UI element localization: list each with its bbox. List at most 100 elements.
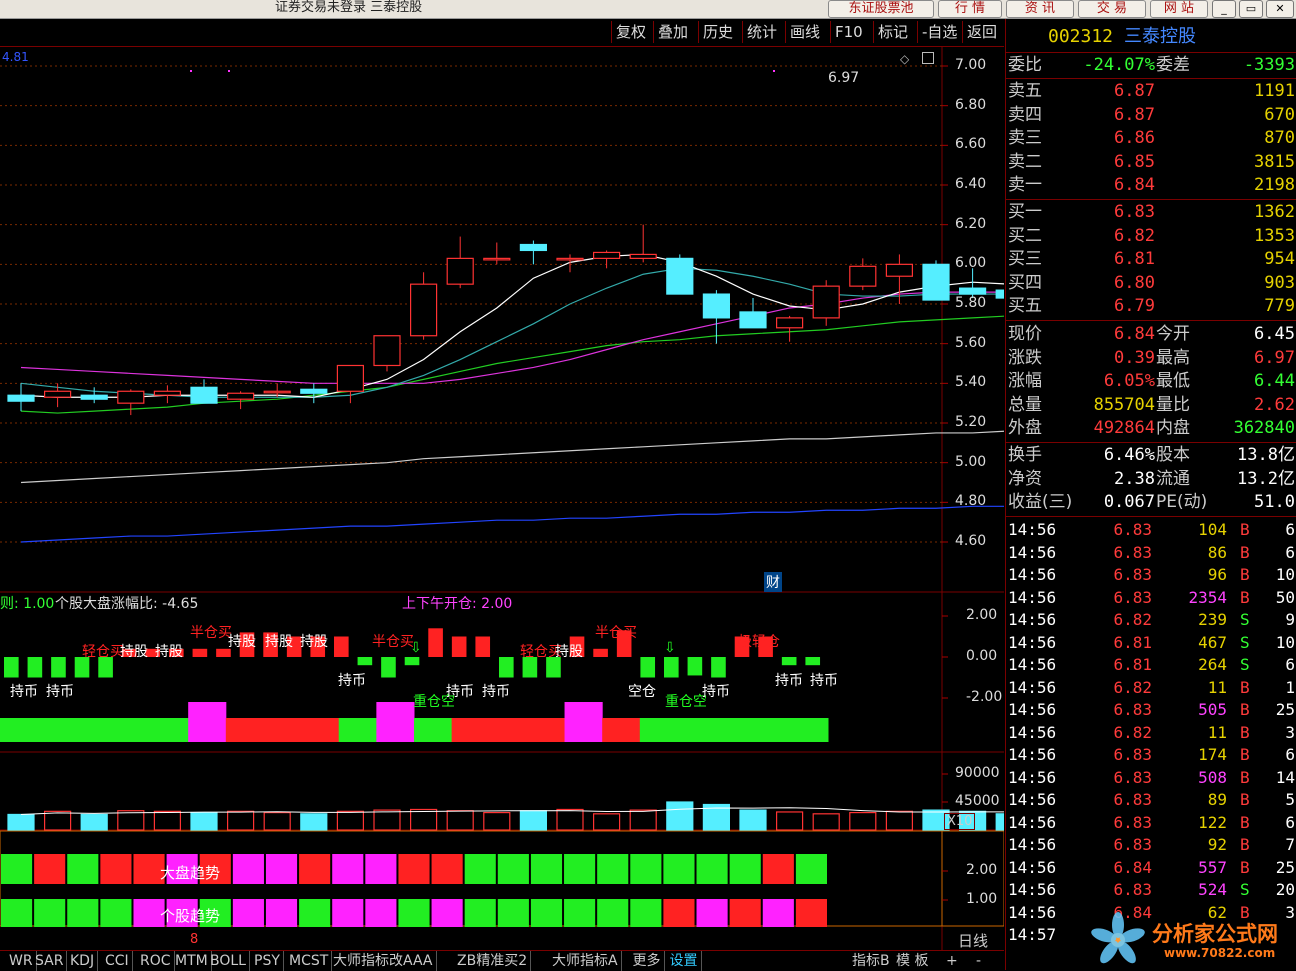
signal-bar: [357, 657, 373, 666]
tick-row: 14:56 6.81 467 S 10: [1008, 632, 1295, 652]
website-button[interactable]: 网 站: [1150, 0, 1208, 18]
candle-body: [190, 386, 218, 404]
sell-signal-label: 空仓: [628, 684, 656, 700]
trend-bottom-mark: 8: [190, 932, 199, 947]
fundamental-row: 换手 6.46% 股本 13.8亿: [1008, 445, 1295, 465]
bid-row: 买一 6.83 1362: [1008, 202, 1295, 222]
candle-body: [556, 257, 584, 261]
sell-signal-label: 持币: [775, 673, 803, 689]
trend-axis-label: 2.00: [966, 862, 998, 878]
candle-body: [300, 388, 328, 394]
bid-row: 买四 6.80 903: [1008, 272, 1295, 293]
bid-row: 买五 6.79 779: [1008, 296, 1295, 317]
signal-bar: [475, 636, 491, 657]
trade-button[interactable]: 交 易: [1078, 0, 1146, 18]
indicator-tab[interactable]: KDJ: [67, 951, 99, 971]
indicator-tab[interactable]: MTM: [172, 951, 212, 971]
indicator-tab[interactable]: BOLL: [207, 951, 250, 971]
title-bar: 证券交易未登录 三泰控股 东证股票池 行 情 资 讯 交 易 网 站 _ ▭ ✕: [0, 0, 1296, 19]
close-icon[interactable]: ✕: [1266, 0, 1294, 18]
candle-body: [446, 257, 474, 285]
period-label[interactable]: 日线: [958, 930, 988, 951]
big-trend-block: [729, 854, 761, 884]
sell-signal-label: 持币: [338, 673, 366, 689]
candle-body: [7, 394, 35, 402]
chart-area[interactable]: [0, 46, 1004, 950]
tick-row: 14:56 6.83 505 B 25: [1008, 700, 1295, 719]
tick-row: 14:56 6.84 557 B 25: [1008, 857, 1295, 877]
signal-bar: [805, 657, 821, 666]
stock-trend-block: [332, 899, 364, 927]
volume-bar: [995, 813, 1004, 831]
indicator-tab[interactable]: MCST: [286, 951, 333, 971]
f10-button[interactable]: F10: [830, 21, 867, 43]
indicator-axis-label: 2.00: [966, 607, 998, 623]
indicator-tab[interactable]: 大师指标A: [549, 951, 622, 971]
big-trend-block: [663, 854, 695, 884]
volume-bar: [300, 813, 328, 831]
volume-bar: [629, 809, 657, 831]
sell-signal-label: 持币: [446, 684, 474, 700]
overlay-button[interactable]: 叠加: [653, 21, 692, 43]
price-axis-label: 6.60: [955, 136, 987, 153]
tab-control[interactable]: 模 板: [896, 951, 928, 971]
stock-trend-block: [398, 899, 430, 927]
stock-pool-button[interactable]: 东证股票池: [828, 0, 934, 18]
restore-rights-button[interactable]: 复权: [611, 21, 650, 43]
finance-marker[interactable]: 财: [764, 572, 782, 592]
candle-body: [410, 283, 438, 337]
draw-line-button[interactable]: 画线: [785, 21, 824, 43]
mark-button[interactable]: 标记: [873, 21, 912, 43]
buy-signal-label: 持股: [555, 644, 583, 660]
candle-body: [80, 394, 108, 400]
volume-bar: [739, 809, 767, 831]
indicator-tab[interactable]: PSY: [251, 951, 284, 971]
ask-row: 卖四 6.87 670: [1008, 104, 1295, 125]
big-trend-block: [299, 854, 331, 884]
big-trend-block: [100, 854, 132, 884]
bid-row: 买二 6.82 1353: [1008, 225, 1295, 246]
tab-control[interactable]: 指标B: [852, 951, 890, 971]
news-button[interactable]: 资 讯: [1006, 0, 1074, 18]
big-trend-block: [431, 854, 463, 884]
candle-body: [812, 285, 840, 319]
tick-row: 14:56 6.81 264 S 6: [1008, 655, 1295, 674]
market-button[interactable]: 行 情: [938, 0, 1002, 18]
indicator-tab[interactable]: ROC: [137, 951, 175, 971]
price-axis-label: 7.00: [955, 57, 987, 73]
tab-control[interactable]: -: [976, 951, 981, 971]
stock-trend-block: [464, 899, 496, 927]
signal-bar: [404, 657, 420, 666]
signal-bar: [334, 636, 349, 657]
back-button[interactable]: 返回: [962, 21, 1001, 43]
indicator-tab[interactable]: 更多: [630, 951, 665, 971]
minimize-icon[interactable]: _: [1212, 0, 1236, 18]
history-button[interactable]: 历史: [698, 21, 737, 43]
restore-icon[interactable]: ▭: [1239, 0, 1263, 18]
tick-row: 14:56 6.82 11 B 3: [1008, 722, 1295, 742]
indicator-tab-bar: WR SAR KDJ CCI ROC MTM BOLL PSY MCST 大师指标改AAA ZB精准…: [0, 950, 1004, 971]
candle-body: [666, 257, 694, 295]
volume-scale-badge: X10: [944, 813, 976, 830]
indicator-tab[interactable]: SAR: [32, 951, 68, 971]
stock-trend-block: [696, 899, 728, 927]
diamond-icon[interactable]: ◇: [900, 52, 909, 66]
tick-row: 14:56 6.83 174 B 6: [1008, 745, 1295, 764]
indicator-tab[interactable]: CCI: [102, 951, 133, 971]
candle-body: [739, 311, 767, 329]
signal-band: [301, 718, 340, 742]
indicator-tab[interactable]: 设置: [667, 951, 702, 971]
panel-toggle-icon[interactable]: [922, 52, 934, 64]
statistics-button[interactable]: 统计: [742, 21, 781, 43]
volume-bar: [7, 813, 35, 831]
signal-bar: [4, 657, 19, 678]
tab-control[interactable]: +: [946, 951, 958, 971]
indicator-tab[interactable]: 大师指标改AAA: [330, 951, 437, 971]
indicator-tab[interactable]: ZB精准买2: [454, 951, 532, 971]
sell-signal-label: 持币: [482, 684, 510, 700]
ask-row: 卖一 6.84 2198: [1008, 175, 1295, 196]
volume-bar: [227, 810, 255, 831]
volume-bar: [483, 811, 511, 831]
watchlist-button[interactable]: -自选: [917, 21, 961, 43]
signal-bar: [27, 657, 43, 678]
